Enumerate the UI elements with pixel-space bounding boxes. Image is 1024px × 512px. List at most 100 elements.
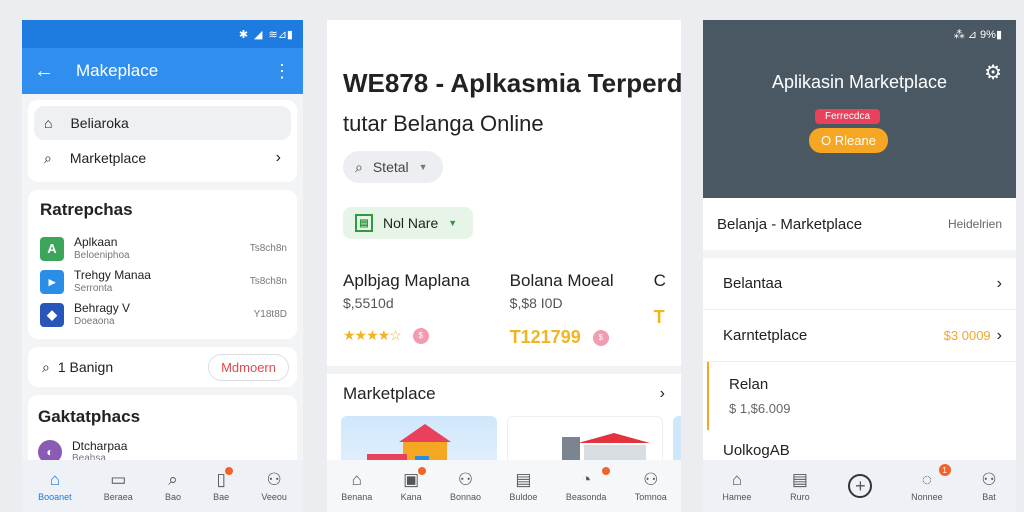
product-row: Aplbjag Maplana $,5510d ★★★★☆ $ Bolana Mo… bbox=[327, 239, 681, 348]
nav-item-search[interactable]: ⌕ Bao bbox=[165, 470, 181, 502]
recent-list-card: Ratrepchas A Aplkaan Beloeniphoa Ts8ch8n … bbox=[28, 190, 297, 339]
list-item-value: $3 0009 bbox=[943, 328, 991, 343]
search-input[interactable]: ⌂ Beliaroka bbox=[34, 106, 291, 140]
list-item[interactable]: Belantaa › bbox=[703, 258, 1016, 310]
nav-item-messages[interactable]: ◌ 1 Nonnee bbox=[911, 464, 951, 502]
nav-label: Hamee bbox=[722, 492, 752, 502]
section-header[interactable]: Marketplace › bbox=[327, 374, 681, 404]
filter-dropdown[interactable]: ▤ Nol Nare ▼ bbox=[343, 207, 473, 239]
app-icon: A bbox=[40, 236, 64, 261]
filter-label: 1 Banign bbox=[57, 359, 114, 375]
list-item[interactable]: Karntetplace $3 0009 › bbox=[703, 310, 1016, 362]
status-bar: ⁂ ⊿ 9%▮ bbox=[703, 20, 1016, 48]
search-input-value: Stetal bbox=[372, 159, 409, 175]
product-name: Aplbjag Maplana bbox=[343, 271, 470, 290]
nav-label: Benana bbox=[341, 492, 373, 502]
list-item-title: Dtcharpaa bbox=[72, 439, 128, 453]
nav-label: Veeou bbox=[261, 492, 287, 502]
bottom-nav: ⌂ Hamee ▤ Ruro + ◌ 1 Nonnee ⚇ Bat bbox=[703, 460, 1016, 512]
nav-item-account[interactable]: ⚇ Bonnao bbox=[450, 470, 481, 502]
info-meta: Heidelrien bbox=[947, 217, 1002, 231]
bottom-nav: ⌂ Booanet ▭ Beraea ⌕ Bao ▯ Bae ⚇ Veeou bbox=[22, 460, 303, 512]
chevron-right-icon: › bbox=[275, 149, 281, 166]
phone-screen-right: ⁂ ⊿ 9%▮ Aplikasin Marketplace ⚙ Ferrecdc… bbox=[703, 20, 1016, 512]
nav-label: Tomnoa bbox=[634, 492, 667, 502]
list-item-subtitle: Doeaona bbox=[74, 315, 115, 327]
list-item-meta: Ts8ch8n bbox=[249, 276, 287, 287]
search-icon: ⌕ bbox=[42, 358, 50, 375]
chevron-right-icon: › bbox=[996, 274, 1002, 292]
list-icon: ▤ bbox=[791, 470, 808, 489]
search-icon: ⌕ bbox=[44, 149, 52, 166]
chevron-right-icon: › bbox=[996, 326, 1002, 344]
product-card[interactable]: Bolana Moeal $,$8 I0D T121799 $ bbox=[510, 271, 614, 348]
gear-icon[interactable]: ⚙ bbox=[984, 60, 1002, 85]
nav-item-profile[interactable]: ⚇ Veeou bbox=[261, 470, 287, 502]
user-icon: ⚇ bbox=[643, 470, 659, 489]
nav-label: Beraea bbox=[103, 492, 133, 502]
product-price: $,5510d bbox=[343, 295, 394, 311]
section-title: Ratrepchas bbox=[40, 200, 133, 219]
menu-list: Belantaa › Karntetplace $3 0009 › Relan … bbox=[703, 258, 1016, 471]
search-input[interactable]: ⌕ Stetal ▼ bbox=[343, 151, 443, 183]
nav-item-profile[interactable]: ⚇ Tomnoa bbox=[635, 470, 667, 502]
nav-label: Nonnee bbox=[911, 492, 943, 502]
nav-item-cart[interactable]: ▯ Bae bbox=[213, 467, 234, 502]
back-arrow-icon[interactable]: ← bbox=[34, 60, 64, 83]
product-name: C bbox=[653, 271, 666, 290]
filter-chip[interactable]: Mdmoern bbox=[208, 353, 289, 381]
list-item[interactable]: Relan $ 1,$6.009 bbox=[707, 362, 1016, 430]
product-count: T bbox=[653, 307, 665, 327]
page-subtitle: tutar Belanga Online bbox=[343, 111, 544, 136]
nav-label: Buldoe bbox=[509, 492, 538, 502]
nav-item-profile[interactable]: ⚇ Bat bbox=[981, 470, 996, 502]
notification-badge: 1 bbox=[938, 464, 951, 476]
list-item-label: Karntetplace bbox=[723, 327, 808, 344]
nav-label: Ruro bbox=[790, 492, 810, 502]
nav-item-home[interactable]: ⌂ Booanet bbox=[38, 470, 72, 502]
clock-icon: ◔ bbox=[580, 470, 592, 489]
nav-label: Booanet bbox=[38, 492, 72, 502]
divider bbox=[327, 366, 681, 374]
nav-item-orders[interactable]: ▤ Ruro bbox=[790, 470, 810, 502]
header-banner: ⁂ ⊿ 9%▮ Aplikasin Marketplace ⚙ Ferrecdc… bbox=[703, 20, 1016, 198]
notification-badge bbox=[602, 467, 611, 475]
marketplace-search-row[interactable]: ⌕ Marketplace › bbox=[34, 140, 291, 176]
nav-item-orders[interactable]: ▤ Buldoe bbox=[509, 470, 537, 502]
dropdown-arrow-icon: ▼ bbox=[418, 162, 428, 172]
nav-item-history[interactable]: ◔ Beasonda bbox=[566, 467, 611, 502]
search-input-value: Beliaroka bbox=[70, 115, 129, 131]
list-item-title: Trehgy Manaa bbox=[74, 267, 151, 282]
nav-label: Kana bbox=[400, 492, 422, 502]
list-item[interactable]: ▸ Trehgy Manaa Serronta Ts8ch8n bbox=[40, 265, 287, 298]
phone-icon: ▯ bbox=[216, 470, 226, 489]
list-item-label: Relan bbox=[729, 376, 769, 393]
home-icon: ⌂ bbox=[731, 470, 742, 489]
nav-item-home[interactable]: ⌂ Hamee bbox=[722, 470, 751, 502]
nav-item-catalog[interactable]: ▣ Kana bbox=[400, 467, 426, 502]
currency-badge: $ bbox=[412, 327, 429, 344]
nav-item-add[interactable]: + bbox=[848, 474, 873, 498]
cta-button[interactable]: O Rleane bbox=[809, 128, 888, 153]
tablet-icon: ▭ bbox=[110, 470, 127, 489]
home-icon: ⌂ bbox=[44, 115, 53, 131]
battery-icon: ≋⊿▮ bbox=[268, 28, 294, 41]
product-card[interactable]: C T bbox=[654, 271, 666, 348]
search-card: ⌂ Beliaroka ⌕ Marketplace › bbox=[28, 100, 297, 182]
currency-badge: $ bbox=[592, 329, 609, 346]
chevron-right-icon: › bbox=[659, 385, 665, 402]
grid-icon: ▣ bbox=[403, 470, 420, 489]
store-icon: ▤ bbox=[355, 214, 373, 232]
user-icon: ⚇ bbox=[457, 470, 474, 489]
nav-label: Bat bbox=[982, 492, 996, 502]
list-item-label: Belantaa bbox=[723, 275, 783, 292]
nav-item-home[interactable]: ⌂ Benana bbox=[341, 470, 372, 502]
list-item[interactable]: A Aplkaan Beloeniphoa Ts8ch8n bbox=[40, 232, 287, 265]
app-bar: ← Makeplace ⋮ bbox=[22, 48, 303, 94]
list-item[interactable]: ◆ Behragy V Doeaona Y18t8D bbox=[40, 298, 287, 331]
info-row[interactable]: Belanja - Marketplace Heidelrien bbox=[703, 198, 1016, 250]
product-card[interactable]: Aplbjag Maplana $,5510d ★★★★☆ $ bbox=[343, 271, 470, 348]
list-item-title: Behragy V bbox=[74, 300, 131, 315]
nav-item-browse[interactable]: ▭ Beraea bbox=[104, 470, 133, 502]
more-options-icon[interactable]: ⋮ bbox=[273, 61, 291, 82]
